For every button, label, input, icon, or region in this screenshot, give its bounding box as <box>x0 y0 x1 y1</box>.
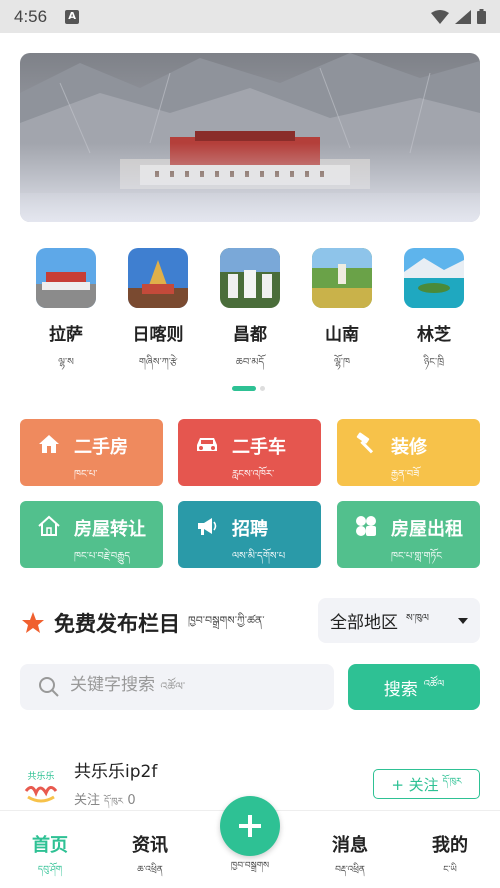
follow-count: 0 <box>127 793 136 808</box>
tab-label: 我的 <box>432 835 468 856</box>
tab-label-tibetan: དབུ་ཤོག <box>37 865 63 875</box>
category-house-rental[interactable]: 房屋出租 ཁང་པ་གླ་གཏོང <box>337 501 480 568</box>
city-name: 拉萨 <box>49 325 83 345</box>
category-label-tibetan: ཁང་པ་གླ་གཏོང <box>391 551 443 562</box>
tab-home[interactable]: 首页 དབུ་ཤོག <box>10 831 90 885</box>
tab-messages[interactable]: 消息 བརྡ་འཕྲིན <box>310 831 390 885</box>
house-icon <box>39 435 59 453</box>
category-label-tibetan: ཁང་པ་བརྗེ་བརྒྱུད <box>74 551 131 562</box>
carousel-indicator <box>232 386 265 391</box>
region-label: 全部地区 <box>330 613 398 633</box>
city-item-lhasa[interactable]: 拉萨 ལྷ་ས <box>26 248 106 379</box>
category-second-hand-house[interactable]: 二手房 ཁང་པ་ <box>20 419 163 486</box>
city-name-tibetan: གཞིས་ཀ་རྩེ <box>138 357 178 368</box>
city-item-shannan[interactable]: 山南 ལྷོ་ཁ <box>302 248 382 379</box>
search-placeholder-tibetan: འཚོལ་ <box>160 679 186 693</box>
category-label-tibetan: ཁང་པ་ <box>74 469 98 480</box>
star-icon <box>22 612 44 633</box>
notification-icon: A <box>65 9 80 24</box>
search-icon <box>39 677 59 697</box>
category-label: 二手车 <box>232 437 286 458</box>
city-thumbnail <box>128 248 188 308</box>
category-label: 招聘 <box>232 519 268 540</box>
category-label-tibetan: རླངས་འཁོར་ <box>232 469 275 480</box>
city-item-nyingchi[interactable]: 林芝 ཉིང་ཁྲི <box>394 248 474 379</box>
category-recruitment[interactable]: 招聘 ལས་མི་དགོས་པ <box>178 501 321 568</box>
section-title-tibetan: ཁྱབ་བསྒྲགས་ཀྱི་ཚན་ <box>188 613 265 627</box>
publish-label-tibetan: ཁྱབ་བསྒྲགས <box>230 861 270 871</box>
search-button-label: 搜索 <box>383 679 418 700</box>
status-bar: 4:56 A <box>0 0 500 33</box>
caret-down-icon <box>458 617 468 624</box>
category-second-hand-car[interactable]: 二手车 རླངས་འཁོར་ <box>178 419 321 486</box>
city-name-tibetan: ཉིང་ཁྲི <box>423 357 445 368</box>
follow-button-label: + 关注 <box>391 775 439 794</box>
city-name: 山南 <box>325 325 359 345</box>
city-thumbnail <box>220 248 280 308</box>
tab-news[interactable]: 资讯 ཆ་འཕྲིན <box>110 831 190 885</box>
city-thumbnail <box>404 248 464 308</box>
tab-label: 资讯 <box>132 835 168 856</box>
hammer-icon <box>356 432 374 454</box>
home-outline-icon <box>38 515 60 536</box>
banner-image[interactable] <box>20 53 480 222</box>
city-thumbnail <box>312 248 372 308</box>
city-shortcuts: 拉萨 ལྷ་ས 日喀则 གཞིས་ཀ་རྩེ 昌都 ཆབ་མདོ 山南 ལྷོ་… <box>0 248 500 373</box>
follow-button-tibetan: དོ་ཁུར <box>442 776 462 787</box>
car-icon <box>197 438 217 451</box>
region-dropdown[interactable]: 全部地区 ས་ཁུལ <box>318 598 480 643</box>
tab-label-tibetan: ང་ཡི <box>443 865 457 875</box>
status-icons <box>431 9 486 24</box>
category-label: 装修 <box>391 437 427 458</box>
city-item-qamdo[interactable]: 昌都 ཆབ་མདོ <box>210 248 290 379</box>
city-thumbnail <box>36 248 96 308</box>
potala-palace-illustration <box>20 53 480 222</box>
region-label-tibetan: ས་ཁུལ <box>406 612 429 624</box>
category-label: 房屋转让 <box>74 519 146 540</box>
category-label: 二手房 <box>74 437 128 458</box>
signal-icon <box>455 9 471 24</box>
city-name-tibetan: ཆབ་མདོ <box>235 357 265 368</box>
city-name-tibetan: ལྷོ་ཁ <box>334 357 350 368</box>
grid-icon <box>356 516 376 536</box>
search-button-label-tibetan: འཚོལ <box>423 679 445 690</box>
search-box[interactable]: 关键字搜索 འཚོལ་ <box>20 664 334 710</box>
battery-icon <box>477 9 486 24</box>
city-item-shigatse[interactable]: 日喀则 གཞིས་ཀ་རྩེ <box>118 248 198 379</box>
tab-mine[interactable]: 我的 ང་ཡི <box>410 831 490 885</box>
tab-label: 消息 <box>332 835 368 856</box>
tab-label-tibetan: བརྡ་འཕྲིན <box>335 865 365 875</box>
search-placeholder: 关键字搜索 <box>70 674 155 695</box>
tab-label: 首页 <box>32 835 68 856</box>
search-button[interactable]: 搜索 འཚོལ <box>348 664 480 710</box>
follow-meta-label: 关注 <box>74 793 101 808</box>
wifi-icon <box>431 9 449 24</box>
megaphone-icon <box>198 518 217 535</box>
publish-fab-button[interactable] <box>220 796 280 856</box>
city-name: 昌都 <box>233 325 267 345</box>
indicator-dot <box>260 386 265 391</box>
status-time: 4:56 <box>14 6 48 26</box>
avatar-logo-text: 共乐乐 <box>27 770 54 782</box>
plus-icon <box>239 815 261 837</box>
search-input[interactable]: 关键字搜索 འཚོལ་ <box>70 670 330 705</box>
user-avatar: 共乐乐 <box>20 763 62 805</box>
category-label-tibetan: རྒྱན་བཟོ <box>391 469 420 480</box>
category-label-tibetan: ལས་མི་དགོས་པ <box>232 551 286 562</box>
tab-label-tibetan: ཆ་འཕྲིན <box>137 865 163 875</box>
indicator-dot-active <box>232 386 256 391</box>
follow-meta-tibetan: དོ་ཁུར <box>104 797 124 807</box>
city-name: 日喀则 <box>132 325 184 345</box>
follow-button[interactable]: + 关注 དོ་ཁུར <box>373 769 480 799</box>
post-username: 共乐乐ip2f <box>74 762 158 782</box>
category-house-transfer[interactable]: 房屋转让 ཁང་པ་བརྗེ་བརྒྱུད <box>20 501 163 568</box>
category-renovation[interactable]: 装修 རྒྱན་བཟོ <box>337 419 480 486</box>
city-name-tibetan: ལྷ་ས <box>58 357 74 368</box>
category-label: 房屋出租 <box>391 519 463 540</box>
section-title: 免费发布栏目 <box>54 612 180 636</box>
city-name: 林芝 <box>417 325 451 345</box>
